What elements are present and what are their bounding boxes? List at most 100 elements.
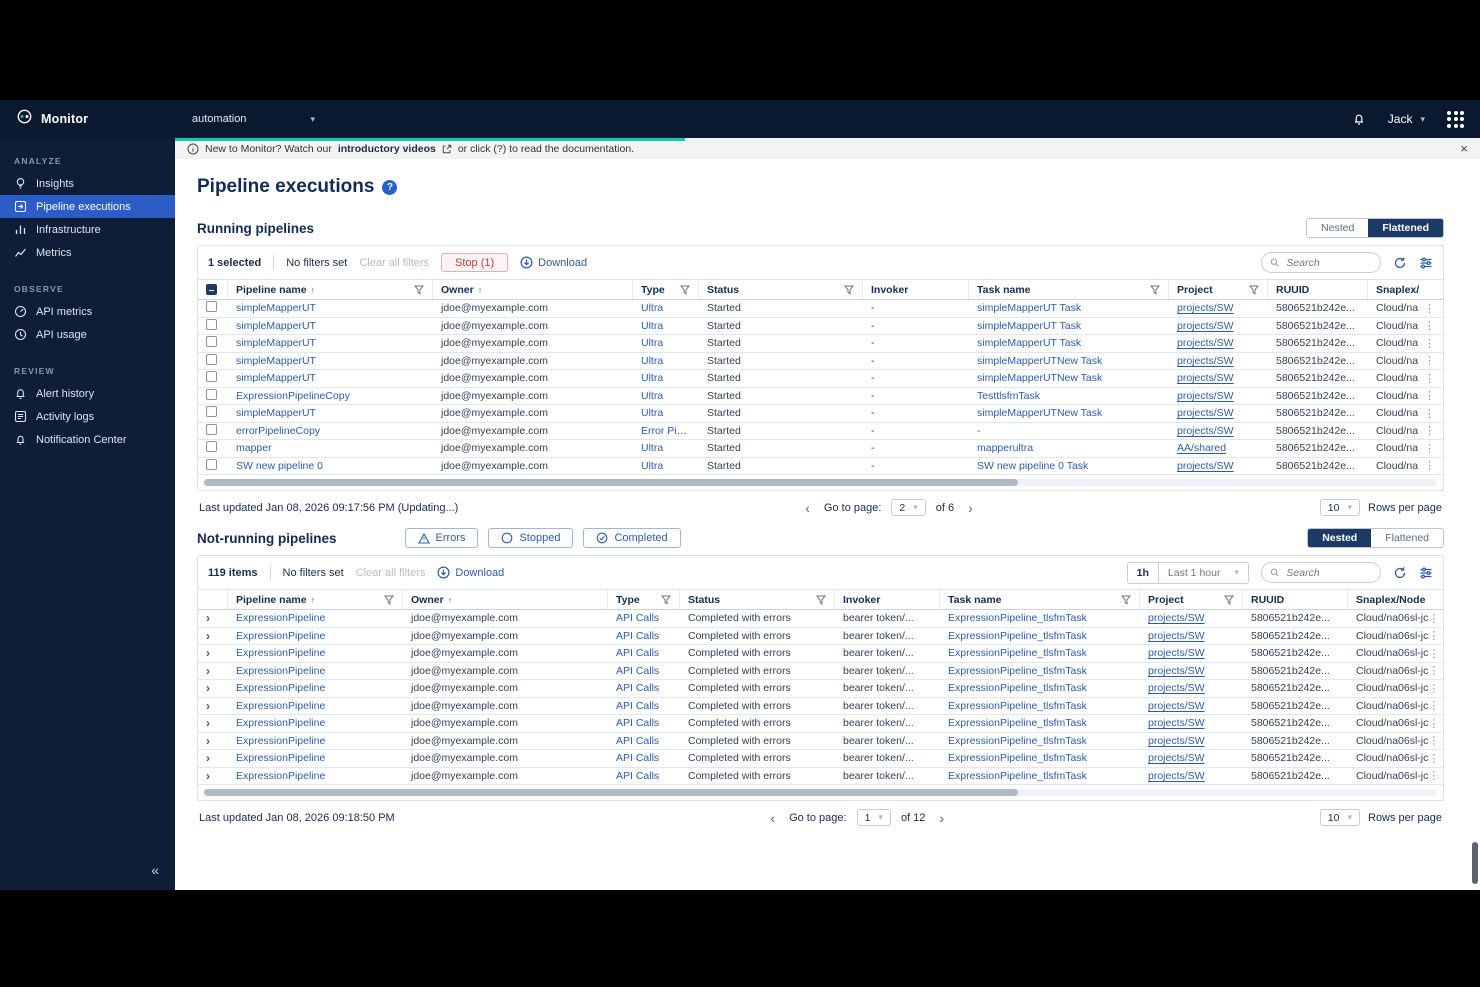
pipeline-name-link[interactable]: ExpressionPipeline xyxy=(236,665,325,677)
stopped-filter-chip[interactable]: Stopped xyxy=(488,528,574,548)
project-link[interactable]: projects/SW xyxy=(1148,770,1205,782)
user-menu[interactable]: Jack ▾ xyxy=(1388,112,1425,126)
type-link[interactable]: Ultra xyxy=(641,320,663,332)
pipeline-name-link[interactable]: simpleMapperUT xyxy=(236,320,316,332)
type-link[interactable]: API Calls xyxy=(616,752,659,764)
scrollbar-thumb[interactable] xyxy=(204,479,1018,486)
row-menu-kebab-icon[interactable]: ⋮ xyxy=(1424,407,1435,420)
task-name-link[interactable]: simpleMapperUT Task xyxy=(977,320,1081,332)
col-header-project[interactable]: Project xyxy=(1169,280,1268,299)
row-menu-kebab-icon[interactable]: ⋮ xyxy=(1428,769,1439,782)
flattened-toggle-button[interactable]: Flattened xyxy=(1368,219,1443,237)
type-link[interactable]: API Calls xyxy=(616,700,659,712)
col-header-invoker[interactable]: Invoker xyxy=(863,280,969,299)
task-name-link[interactable]: ExpressionPipeline_tlsfmTask xyxy=(948,665,1087,677)
stop-button[interactable]: Stop (1) xyxy=(441,253,509,272)
sidebar-item-notification-center[interactable]: Notification Center xyxy=(0,428,175,451)
expand-chevron-icon[interactable]: › xyxy=(206,646,210,660)
table-row[interactable]: simpleMapperUT jdoe@myexample.com Ultra … xyxy=(198,318,1443,335)
col-header-ruuid[interactable]: RUUID xyxy=(1268,280,1368,299)
sidebar-item-metrics[interactable]: Metrics xyxy=(0,241,175,264)
flattened-toggle-button[interactable]: Flattened xyxy=(1371,529,1443,547)
project-link[interactable]: projects/SW xyxy=(1148,752,1205,764)
app-switcher-grid-icon[interactable] xyxy=(1447,110,1464,128)
project-link[interactable]: projects/SW xyxy=(1148,700,1205,712)
pipeline-name-link[interactable]: mapper xyxy=(236,442,272,454)
row-checkbox[interactable] xyxy=(206,458,217,470)
type-link[interactable]: API Calls xyxy=(616,630,659,642)
row-checkbox[interactable] xyxy=(206,318,217,330)
type-link[interactable]: Error Pipe... xyxy=(641,425,697,437)
row-checkbox[interactable] xyxy=(206,406,217,418)
table-row[interactable]: mapper jdoe@myexample.com Ultra Started … xyxy=(198,440,1443,458)
pipeline-name-link[interactable]: ExpressionPipeline xyxy=(236,770,325,782)
row-menu-kebab-icon[interactable]: ⋮ xyxy=(1424,337,1435,350)
task-name-link[interactable]: SW new pipeline 0 Task xyxy=(977,460,1088,472)
table-row[interactable]: › ExpressionPipeline jdoe@myexample.com … xyxy=(198,768,1443,785)
rows-per-page-select[interactable]: 10 ▾ xyxy=(1319,809,1360,826)
refresh-icon[interactable] xyxy=(1393,566,1407,580)
refresh-icon[interactable] xyxy=(1393,256,1407,270)
col-header-project[interactable]: Project xyxy=(1140,590,1243,609)
banner-close-icon[interactable]: × xyxy=(1460,141,1468,156)
select-all-checkbox[interactable] xyxy=(206,284,217,295)
project-link[interactable]: AA/shared xyxy=(1177,442,1226,454)
task-name-link[interactable]: - xyxy=(977,425,981,437)
prev-page-icon[interactable]: ‹ xyxy=(801,500,814,516)
col-header-pipeline-name[interactable]: Pipeline name ↑ xyxy=(228,280,433,299)
type-link[interactable]: API Calls xyxy=(616,717,659,729)
completed-filter-chip[interactable]: Completed xyxy=(583,528,681,548)
table-row[interactable]: › ExpressionPipeline jdoe@myexample.com … xyxy=(198,715,1443,733)
time-range-select[interactable]: Last 1 hour ▾ xyxy=(1159,563,1248,583)
search-input[interactable] xyxy=(1284,255,1372,270)
table-row[interactable]: simpleMapperUT jdoe@myexample.com Ultra … xyxy=(198,300,1443,318)
col-header-task-name[interactable]: Task name xyxy=(940,590,1140,609)
pipeline-name-link[interactable]: errorPipelineCopy xyxy=(236,425,320,437)
type-link[interactable]: API Calls xyxy=(616,647,659,659)
type-link[interactable]: Ultra xyxy=(641,355,663,367)
sidebar-item-infrastructure[interactable]: Infrastructure xyxy=(0,218,175,241)
col-header-status[interactable]: Status xyxy=(699,280,863,299)
row-menu-kebab-icon[interactable]: ⋮ xyxy=(1424,389,1435,402)
filter-funnel-icon[interactable] xyxy=(844,285,854,295)
column-settings-icon[interactable] xyxy=(1419,256,1433,270)
type-link[interactable]: Ultra xyxy=(641,442,663,454)
rows-per-page-select[interactable]: 10 ▾ xyxy=(1319,499,1360,516)
expand-chevron-icon[interactable]: › xyxy=(206,629,210,643)
nested-toggle-button[interactable]: Nested xyxy=(1307,219,1369,237)
table-row[interactable]: › ExpressionPipeline jdoe@myexample.com … xyxy=(198,680,1443,698)
expand-chevron-icon[interactable]: › xyxy=(206,716,210,730)
filter-funnel-icon[interactable] xyxy=(816,595,826,605)
type-link[interactable]: API Calls xyxy=(616,770,659,782)
table-row[interactable]: › ExpressionPipeline jdoe@myexample.com … xyxy=(198,663,1443,680)
type-link[interactable]: Ultra xyxy=(641,337,663,349)
col-header-owner[interactable]: Owner ↑ xyxy=(433,280,633,299)
project-link[interactable]: projects/SW xyxy=(1177,302,1234,314)
scrollbar-thumb[interactable] xyxy=(204,789,1018,796)
table-row[interactable]: › ExpressionPipeline jdoe@myexample.com … xyxy=(198,733,1443,750)
pipeline-name-link[interactable]: simpleMapperUT xyxy=(236,407,316,419)
task-name-link[interactable]: ExpressionPipeline_tlsfmTask xyxy=(948,630,1087,642)
project-link[interactable]: projects/SW xyxy=(1148,630,1205,642)
pipeline-name-link[interactable]: ExpressionPipeline xyxy=(236,612,325,624)
time-range-short[interactable]: 1h xyxy=(1128,562,1159,583)
pipeline-name-link[interactable]: simpleMapperUT xyxy=(236,372,316,384)
page-select[interactable]: 2 ▾ xyxy=(891,499,926,516)
clear-all-filters-button[interactable]: Clear all filters xyxy=(359,257,429,269)
row-checkbox[interactable] xyxy=(206,388,217,400)
prev-page-icon[interactable]: ‹ xyxy=(766,810,779,826)
task-name-link[interactable]: simpleMapperUTNew Task xyxy=(977,372,1102,384)
task-name-link[interactable]: mapperultra xyxy=(977,442,1033,454)
row-menu-kebab-icon[interactable]: ⋮ xyxy=(1428,699,1439,712)
col-header-snaplex-node[interactable]: Snaplex/Node xyxy=(1348,590,1443,609)
task-name-link[interactable]: simpleMapperUTNew Task xyxy=(977,355,1102,367)
project-link[interactable]: projects/SW xyxy=(1148,717,1205,729)
column-settings-icon[interactable] xyxy=(1419,566,1433,580)
table-row[interactable]: › ExpressionPipeline jdoe@myexample.com … xyxy=(198,750,1443,768)
row-checkbox[interactable] xyxy=(206,441,217,453)
expand-chevron-icon[interactable]: › xyxy=(206,769,210,783)
vertical-scrollbar-thumb[interactable] xyxy=(1472,842,1478,884)
table-row[interactable]: errorPipelineCopy jdoe@myexample.com Err… xyxy=(198,423,1443,440)
type-link[interactable]: Ultra xyxy=(641,302,663,314)
col-header-ruuid[interactable]: RUUID xyxy=(1243,590,1348,609)
